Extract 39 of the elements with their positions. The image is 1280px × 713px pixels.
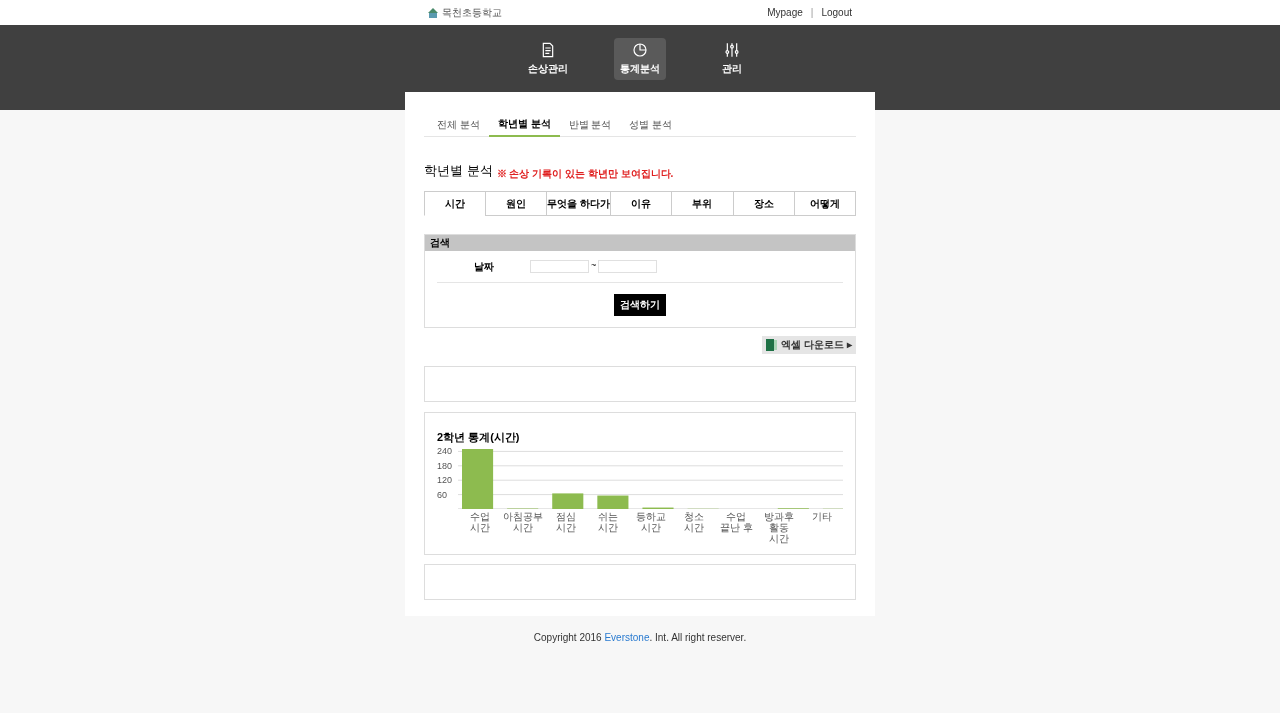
copyright-text: Copyright 2016 Everstone. Int. All right reserver.: [533, 631, 747, 645]
notice-text: ※ 손상 기록이 있는 학년만 보여집니다.: [496, 166, 674, 181]
x-axis-label: 기타: [810, 511, 833, 524]
sub-tab[interactable]: 성별 분석: [620, 112, 682, 137]
sub-tab[interactable]: 반별 분석: [559, 112, 621, 137]
y-tick-label: 240: [437, 447, 453, 457]
x-axis-label: 방과후 활동 시간: [763, 511, 796, 544]
category-tab[interactable]: 어떻게: [793, 191, 856, 216]
page-heading: 학년별 분석: [424, 162, 493, 180]
search-panel-title: 검색: [425, 234, 855, 251]
nav-tab[interactable]: 손상관리: [522, 38, 574, 80]
x-axis-label: 쉬는 시간: [597, 511, 620, 535]
y-tick-label: 180: [437, 461, 453, 471]
category-tab[interactable]: 부위: [671, 191, 733, 216]
sub-tab[interactable]: 전체 분석: [428, 112, 489, 137]
x-axis-label: 등하교 시간: [635, 511, 667, 535]
x-axis-label: 점심 시간: [554, 511, 577, 535]
x-axis-label: 수업 시간: [469, 511, 492, 535]
x-axis-label: 수업 끝난 후: [718, 511, 754, 535]
range-separator: ~: [591, 259, 597, 273]
excel-download-button[interactable]: 엑셀 다운로드 ▸: [762, 335, 856, 354]
x-axis-label: 아침공부 시간: [502, 511, 544, 535]
date-label: 날짜: [472, 259, 495, 274]
search-button[interactable]: 검색하기: [614, 293, 666, 316]
logout-link[interactable]: Logout: [821, 5, 852, 20]
school-name: 목천초등학교: [442, 6, 502, 20]
y-tick-label: 120: [437, 476, 453, 486]
category-tab[interactable]: 장소: [732, 191, 794, 216]
x-axis-label: 청소 시간: [682, 511, 705, 535]
y-tick-label: 60: [437, 490, 447, 500]
separator: |: [810, 6, 814, 20]
mypage-link[interactable]: Mypage: [767, 5, 803, 20]
category-tab[interactable]: 이유: [610, 191, 672, 216]
chart-title: 2학년 통계(시간): [437, 429, 521, 445]
category-tab[interactable]: 원인: [485, 191, 547, 216]
sub-tab[interactable]: 학년별 분석: [488, 112, 560, 137]
nav-tab[interactable]: 통계분석: [614, 38, 666, 80]
nav-tab[interactable]: 관리: [706, 38, 758, 80]
category-tab[interactable]: 무엇을 하다가: [546, 191, 611, 216]
